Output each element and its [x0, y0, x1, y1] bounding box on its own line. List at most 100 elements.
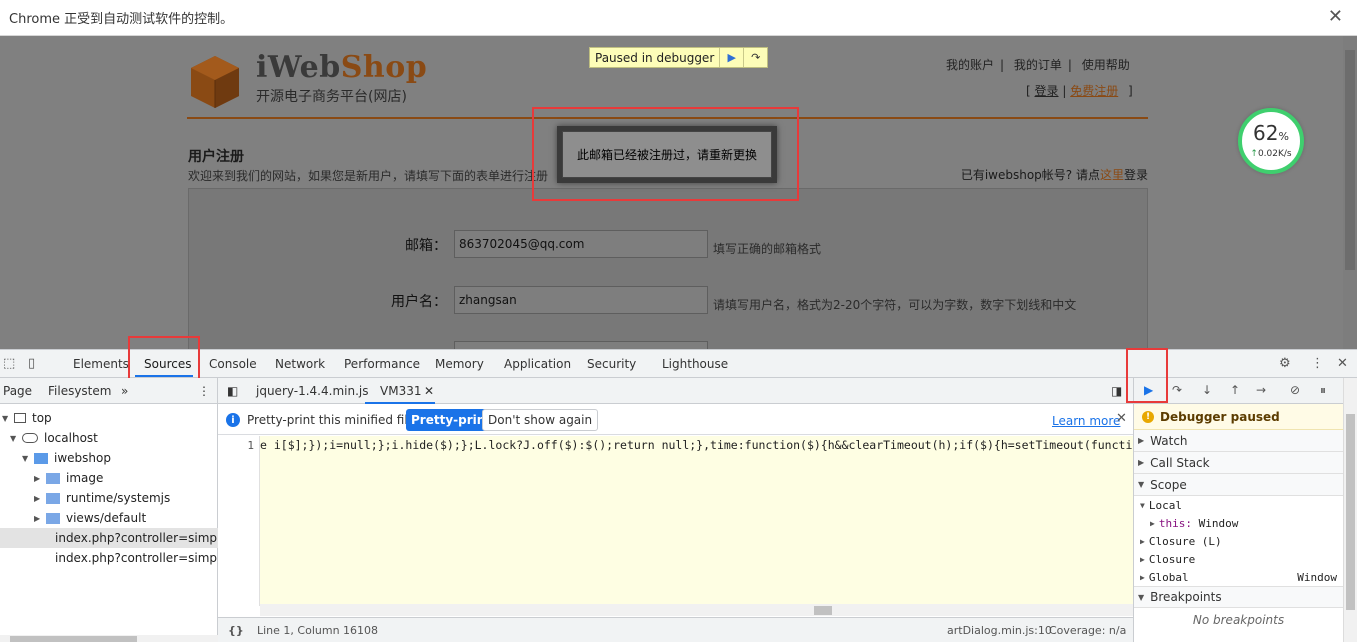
tab-page[interactable]: Page — [3, 384, 32, 398]
section-scope[interactable]: ▼ Scope — [1134, 474, 1343, 496]
tree-item-iwebshop[interactable]: ▼ iwebshop — [0, 448, 218, 468]
page-description: 欢迎来到我们的网站，如果您是新用户，请填写下面的表单进行注册 — [188, 169, 549, 183]
scope-closure-l[interactable]: ▶ Closure (L) — [1134, 532, 1343, 550]
editor-tab-jquery[interactable]: jquery-1.4.4.min.js — [256, 384, 368, 398]
editor-tab-vm331[interactable]: VM331 — [380, 384, 421, 398]
devtools-panel: ⬚ ▯ Elements Sources Console Network Per… — [0, 336, 1357, 642]
collapsed-arrow-icon: ▶ — [1138, 458, 1145, 467]
navigator-scrollbar[interactable] — [0, 635, 218, 642]
gear-icon[interactable]: ⚙ — [1279, 356, 1291, 371]
tree-item-views-default[interactable]: ▶ views/default — [0, 508, 218, 528]
username-field[interactable]: zhangsan — [454, 286, 708, 314]
paused-text: Paused in debugger — [595, 50, 715, 65]
toggle-navigator-icon[interactable]: ◧ — [227, 384, 238, 398]
username-hint: 请填写用户名，格式为2-20个字符，可以为字数，数字下划线和中文 — [713, 298, 1077, 312]
register-link[interactable]: 免费注册 — [1070, 84, 1118, 98]
tab-application[interactable]: Application — [504, 357, 571, 371]
page-scrollbar[interactable] — [1343, 36, 1357, 349]
close-icon[interactable]: ✕ — [1328, 6, 1343, 27]
tree-item-runtime-systemjs[interactable]: ▶ runtime/systemjs — [0, 488, 218, 508]
close-tab-icon[interactable]: ✕ — [424, 384, 434, 398]
code-line[interactable]: e i[$];});i=null;};i.hide($);};L.lock?J.… — [260, 436, 1133, 454]
frame-icon — [14, 413, 26, 423]
expanded-arrow-icon: ▼ — [22, 453, 29, 463]
tree-item-localhost[interactable]: ▼ localhost — [0, 428, 218, 448]
step-into-icon[interactable]: ↓ — [1202, 383, 1212, 397]
line-gutter: 1 — [218, 436, 260, 606]
step-over-icon[interactable]: ↷ — [1172, 383, 1182, 397]
deactivate-breakpoints-icon[interactable]: ⊘ — [1290, 383, 1300, 397]
scope-this[interactable]: ▶ this: Window — [1134, 514, 1343, 532]
network-speed-widget[interactable]: 62% ↑0.02K/s — [1238, 108, 1304, 174]
step-icon[interactable]: → — [1256, 383, 1266, 397]
no-breakpoints-text: No breakpoints — [1192, 613, 1285, 627]
close-devtools-icon[interactable]: ✕ — [1337, 356, 1348, 371]
expanded-arrow-icon: ▼ — [1138, 480, 1145, 489]
collapsed-arrow-icon: ▶ — [34, 513, 41, 523]
tab-elements[interactable]: Elements — [73, 357, 129, 371]
collapsed-arrow-icon: ▶ — [34, 493, 41, 503]
tree-item-index-php-1[interactable]: index.php?controller=simple — [0, 528, 218, 548]
source-location-link[interactable]: artDialog.min.js:10 — [947, 624, 1052, 637]
close-infobar-icon[interactable]: ✕ — [1116, 411, 1127, 426]
tab-filesystem[interactable]: Filesystem — [48, 384, 111, 398]
scope-local[interactable]: ▼ Local — [1134, 496, 1343, 514]
section-watch[interactable]: ▶ Watch — [1134, 430, 1343, 452]
tab-security[interactable]: Security — [587, 357, 636, 371]
coverage-status: Coverage: n/a — [1049, 624, 1127, 637]
my-orders-link[interactable]: 我的订单 — [1014, 58, 1062, 72]
pretty-print-infobar: i Pretty-print this minified file? Prett… — [218, 405, 1133, 435]
code-scrollbar[interactable] — [260, 604, 1133, 616]
device-toolbar-icon[interactable]: ▯ — [28, 356, 35, 371]
login-here-link[interactable]: 这里 — [1100, 168, 1124, 182]
tree-item-top[interactable]: ▼ top — [0, 408, 218, 428]
step-over-icon[interactable]: ↷ — [743, 48, 767, 67]
scope-global[interactable]: ▶ Global Window — [1134, 568, 1343, 586]
has-account-text: 已有iwebshop帐号? 请点这里登录 — [960, 168, 1148, 182]
tab-performance[interactable]: Performance — [344, 357, 420, 371]
auth-links: [ 登录 | 免费注册 ] — [1026, 84, 1133, 98]
tab-console[interactable]: Console — [209, 357, 257, 371]
curly-braces-icon[interactable]: {} — [228, 624, 244, 637]
tree-item-image[interactable]: ▶ image — [0, 468, 218, 488]
sources-navigator: Page Filesystem » ⋮ ▼ top ▼ localhost ▼ iwe… — [0, 378, 218, 642]
line-number[interactable]: 1 — [247, 439, 254, 452]
resume-icon[interactable]: ▶ — [719, 48, 743, 67]
automation-infobar: Chrome 正受到自动测试软件的控制。 ✕ — [0, 0, 1357, 36]
registration-form: 邮箱： 863702045@qq.com 填写正确的邮箱格式 用户名： zhan… — [188, 188, 1148, 349]
more-options-icon[interactable]: ⋮ — [1311, 356, 1324, 371]
navigator-menu-icon[interactable]: ⋮ — [198, 384, 210, 398]
active-editor-tab-indicator — [365, 402, 435, 404]
pause-on-exceptions-icon[interactable]: ⏸ — [1320, 383, 1326, 398]
step-out-icon[interactable]: ↑ — [1230, 383, 1240, 397]
collapsed-arrow-icon: ▶ — [34, 473, 41, 483]
brand-tagline: 开源电子商务平台(网店) — [256, 89, 407, 105]
code-area[interactable]: 1 e i[$];});i=null;};i.hide($);};L.lock?… — [218, 436, 1133, 616]
page-title: 用户注册 — [188, 149, 244, 165]
infobar-text: Chrome 正受到自动测试软件的控制。 — [9, 12, 234, 27]
folder-icon — [34, 452, 48, 464]
email-field[interactable]: 863702045@qq.com — [454, 230, 708, 258]
sources-tab-highlight — [128, 336, 200, 380]
dont-show-again-button[interactable]: Don't show again — [482, 409, 599, 431]
toggle-debugger-icon[interactable]: ◨ — [1111, 384, 1122, 398]
next-field[interactable] — [454, 341, 708, 349]
info-icon: i — [226, 413, 240, 427]
help-link[interactable]: 使用帮助 — [1082, 58, 1130, 72]
my-account-link[interactable]: 我的账户 — [946, 58, 994, 72]
debugger-sidebar: ▶ ↷ ↓ ↑ → ⊘ ⏸ ! Debugger paused ▶ Watch ▶… — [1126, 348, 1343, 642]
login-link[interactable]: 登录 — [1035, 84, 1059, 98]
tab-lighthouse[interactable]: Lighthouse — [662, 357, 728, 371]
more-tabs-icon[interactable]: » — [121, 384, 128, 398]
inspect-element-icon[interactable]: ⬚ — [3, 356, 15, 371]
section-call-stack[interactable]: ▶ Call Stack — [1134, 452, 1343, 474]
debugger-scrollbar[interactable] — [1343, 378, 1357, 642]
section-breakpoints[interactable]: ▼ Breakpoints — [1134, 586, 1343, 608]
tab-network[interactable]: Network — [275, 357, 325, 371]
tree-item-index-php-2[interactable]: index.php?controller=simple — [0, 548, 218, 568]
scope-closure[interactable]: ▶ Closure — [1134, 550, 1343, 568]
username-label: 用户名： — [391, 294, 447, 310]
resume-button-highlight — [1126, 348, 1168, 403]
learn-more-link[interactable]: Learn more — [1052, 414, 1120, 428]
tab-memory[interactable]: Memory — [435, 357, 484, 371]
